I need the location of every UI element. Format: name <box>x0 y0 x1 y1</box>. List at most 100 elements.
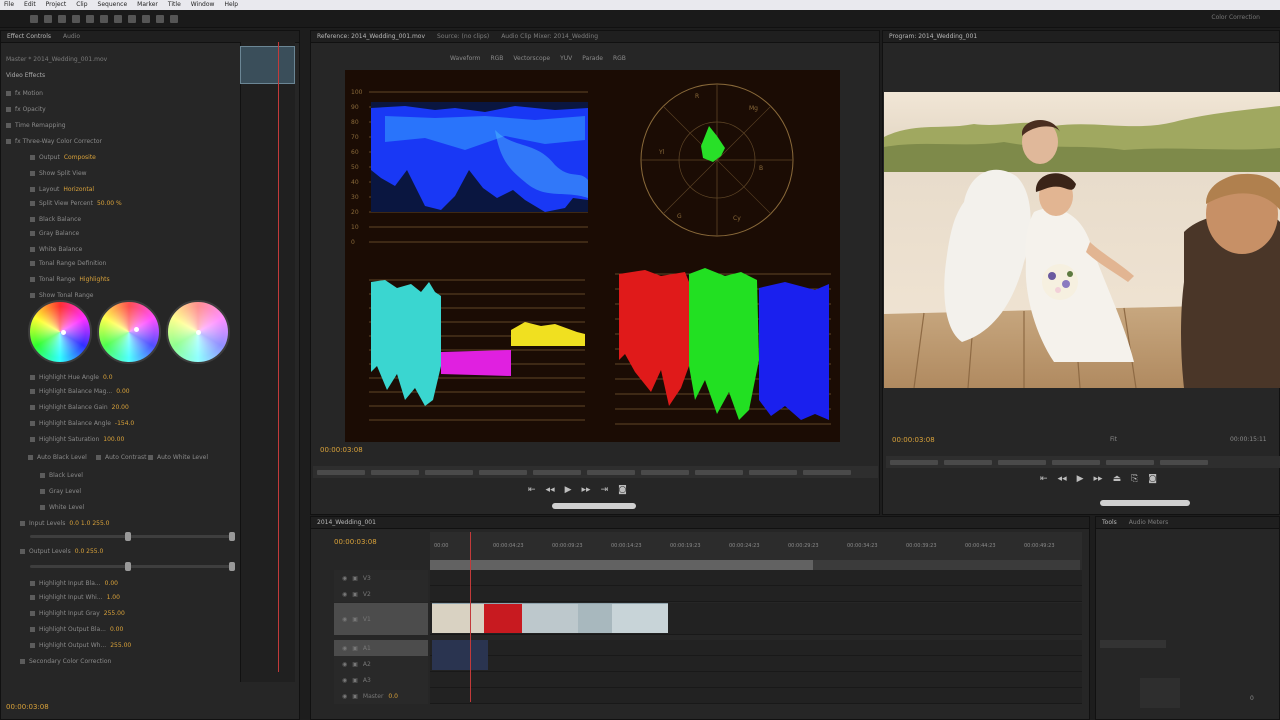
track-select-tool-icon[interactable] <box>44 14 52 23</box>
disclosure-triangle-icon[interactable] <box>30 186 35 192</box>
track-lane-master[interactable] <box>430 688 1082 704</box>
effect-playhead[interactable] <box>278 42 279 672</box>
effect-row-value[interactable]: -154.0 <box>115 420 134 427</box>
midtones-wheel-handle[interactable] <box>134 327 140 332</box>
effect-controls-timecode[interactable]: 00:00:03:08 <box>6 703 49 711</box>
disclosure-triangle-icon[interactable] <box>30 610 35 616</box>
effect-row[interactable]: Gray Balance <box>30 228 83 238</box>
disclosure-triangle-icon[interactable] <box>40 488 45 494</box>
effect-row[interactable]: Highlight Hue Angle 0.0 <box>30 372 113 382</box>
track-lane-v2[interactable] <box>430 586 1082 602</box>
effect-row-value[interactable]: 20.00 <box>112 404 129 411</box>
effect-row[interactable]: Black Level <box>40 470 87 480</box>
razor-tool-icon[interactable] <box>100 14 108 23</box>
lock-track-icon[interactable]: ▣ <box>352 693 358 700</box>
toggle-track-output-icon[interactable]: ◉ <box>342 645 347 652</box>
scope-select-2[interactable]: RGB <box>490 55 503 62</box>
disclosure-triangle-icon[interactable] <box>20 520 25 526</box>
effect-row-value[interactable]: 0.0 255.0 <box>75 548 104 555</box>
disclosure-triangle-icon[interactable] <box>30 154 35 160</box>
track-header-v3[interactable]: ◉ ▣ V3 <box>334 570 428 586</box>
menu-clip[interactable]: Clip <box>76 0 87 10</box>
lock-track-icon[interactable]: ▣ <box>352 677 358 684</box>
menu-project[interactable]: Project <box>46 0 67 10</box>
track-header-v1[interactable]: ◉ ▣ V1 <box>334 603 428 635</box>
effect-row[interactable]: fx Motion <box>6 88 47 98</box>
track-lane-a3[interactable] <box>430 672 1082 688</box>
track-header-v2[interactable]: ◉ ▣ V2 <box>334 586 428 602</box>
track-lane-a1[interactable] <box>430 640 1082 656</box>
effect-row-value[interactable]: 1.00 <box>107 594 120 601</box>
effect-row[interactable]: Tonal Range Highlights <box>30 274 110 284</box>
disclosure-triangle-icon[interactable] <box>40 504 45 510</box>
track-header-a3[interactable]: ◉ ▣ A3 <box>334 672 428 688</box>
disclosure-triangle-icon[interactable] <box>30 230 35 236</box>
disclosure-triangle-icon[interactable] <box>30 594 35 600</box>
rolling-edit-tool-icon[interactable] <box>72 14 80 23</box>
midtones-color-wheel[interactable] <box>97 300 161 364</box>
tab-source[interactable]: Source: (no clips) <box>437 33 489 40</box>
disclosure-triangle-icon[interactable] <box>30 642 35 648</box>
effect-row[interactable]: Split View Percent 50.00 % <box>30 198 122 208</box>
play-icon[interactable]: ▶ <box>565 485 572 495</box>
disclosure-triangle-icon[interactable] <box>30 216 35 222</box>
effect-row[interactable]: fx Opacity <box>6 104 50 114</box>
program-step-forward-icon[interactable]: ▸▸ <box>1094 474 1103 484</box>
program-fit-select[interactable]: Fit <box>1110 436 1117 443</box>
slip-tool-icon[interactable] <box>114 14 122 23</box>
menu-window[interactable]: Window <box>191 0 215 10</box>
track-lane-a2[interactable] <box>430 656 1082 672</box>
lock-track-icon[interactable]: ▣ <box>352 661 358 668</box>
toggle-track-output-icon[interactable]: ◉ <box>342 591 347 598</box>
program-play-icon[interactable]: ▶ <box>1077 474 1084 484</box>
track-header-a2[interactable]: ◉ ▣ A2 <box>334 656 428 672</box>
effect-row-value[interactable]: 0.00 <box>105 580 118 587</box>
effect-row[interactable]: Tonal Range Definition <box>30 258 110 268</box>
effect-row-value[interactable]: 0.00 <box>116 388 129 395</box>
audio-clip-a1[interactable] <box>432 640 488 670</box>
track-lane-v3[interactable] <box>430 570 1082 586</box>
effect-row[interactable]: Highlight Input Gray 255.00 <box>30 608 125 618</box>
effect-row-value[interactable]: 0.00 <box>110 626 123 633</box>
clip-thumb-5[interactable] <box>612 603 668 633</box>
effect-row[interactable]: Gray Level <box>40 486 85 496</box>
menu-edit[interactable]: Edit <box>24 0 36 10</box>
effect-row[interactable]: Highlight Input Bla... 0.00 <box>30 578 118 588</box>
toggle-track-output-icon[interactable]: ◉ <box>342 616 347 623</box>
step-forward-icon[interactable]: ▸▸ <box>582 485 591 495</box>
rate-stretch-tool-icon[interactable] <box>86 14 94 23</box>
disclosure-triangle-icon[interactable] <box>30 580 35 586</box>
workspace-label[interactable]: Color Correction <box>1211 14 1260 21</box>
toggle-track-output-icon[interactable]: ◉ <box>342 575 347 582</box>
tab-program[interactable]: Program: 2014_Wedding_001 <box>889 33 977 40</box>
highlights-color-wheel[interactable] <box>166 300 230 364</box>
lock-track-icon[interactable]: ▣ <box>352 645 358 652</box>
effect-row-value[interactable]: Highlights <box>79 276 109 283</box>
lock-track-icon[interactable]: ▣ <box>352 575 358 582</box>
program-timecode[interactable]: 00:00:03:08 <box>892 436 935 444</box>
program-jog[interactable] <box>1100 500 1190 506</box>
toggle-track-output-icon[interactable]: ◉ <box>342 693 347 700</box>
effect-row[interactable]: Black Balance <box>30 214 85 224</box>
effect-row[interactable]: Show Split View <box>30 168 91 178</box>
clip-thumb-2[interactable] <box>484 603 522 633</box>
scope-select-1[interactable]: Waveform <box>450 55 480 62</box>
effect-row[interactable]: Time Remapping <box>6 120 70 130</box>
program-mini-timeline[interactable] <box>886 456 1280 468</box>
menu-file[interactable]: File <box>4 0 14 10</box>
slide-tool-icon[interactable] <box>128 14 136 23</box>
disclosure-triangle-icon[interactable] <box>30 276 35 282</box>
effect-row[interactable]: Highlight Balance Mag... 0.00 <box>30 386 130 396</box>
scope-select-4[interactable]: YUV <box>560 55 572 62</box>
reference-mini-timeline[interactable] <box>313 466 878 478</box>
effect-row-value[interactable]: 255.00 <box>104 610 125 617</box>
effect-row-value[interactable]: 50.00 % <box>97 200 122 207</box>
disclosure-triangle-icon[interactable] <box>6 122 11 128</box>
effect-row[interactable]: Auto White Level <box>148 452 212 462</box>
disclosure-triangle-icon[interactable] <box>20 658 25 664</box>
disclosure-triangle-icon[interactable] <box>30 170 35 176</box>
effect-row[interactable]: Highlight Input Whi... 1.00 <box>30 592 120 602</box>
effect-row[interactable]: Input Levels 0.0 1.0 255.0 <box>20 518 110 528</box>
menu-sequence[interactable]: Sequence <box>98 0 128 10</box>
disclosure-triangle-icon[interactable] <box>96 454 101 460</box>
